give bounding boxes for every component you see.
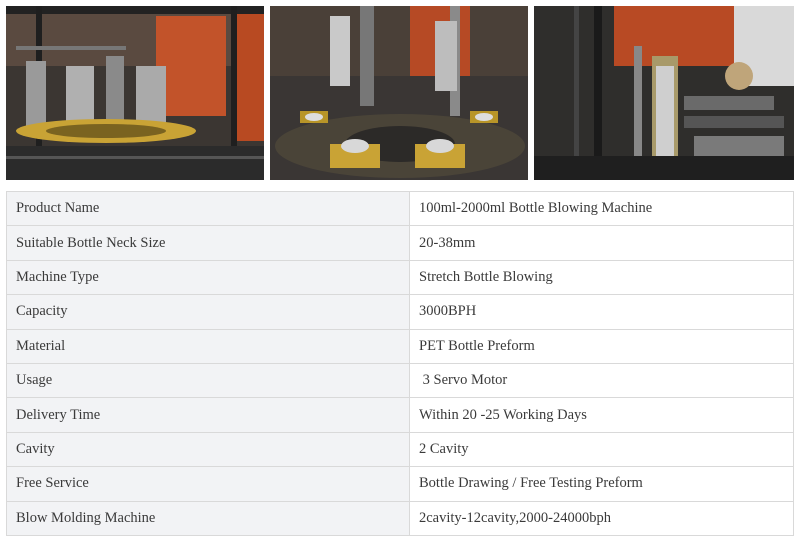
- spec-value: Within 20 -25 Working Days: [409, 397, 794, 433]
- table-row: Suitable Bottle Neck Size 20-38mm: [6, 225, 794, 261]
- table-row: Machine Type Stretch Bottle Blowing: [6, 259, 794, 296]
- spec-label: Cavity: [6, 431, 410, 468]
- photo-strip: [6, 6, 794, 180]
- table-row: Material PET Bottle Preform: [6, 328, 794, 364]
- spec-value: Bottle Drawing / Free Testing Preform: [409, 466, 794, 502]
- table-row: Delivery Time Within 20 -25 Working Days: [6, 397, 794, 433]
- spec-value: 2cavity-12cavity,2000-24000bph: [409, 500, 794, 536]
- machine-photo-preform-carousel: [270, 6, 528, 180]
- table-row: Product Name 100ml-2000ml Bottle Blowing…: [6, 190, 794, 227]
- table-row: Free Service Bottle Drawing / Free Testi…: [6, 466, 794, 502]
- table-row: Usage 3 Servo Motor: [6, 362, 794, 399]
- machine-photo-frame-interior: [6, 6, 264, 180]
- spec-label: Capacity: [6, 294, 410, 330]
- spec-label: Machine Type: [6, 259, 410, 296]
- spec-value: 3 Servo Motor: [409, 362, 794, 399]
- spec-value: PET Bottle Preform: [409, 328, 794, 364]
- spec-value: 20-38mm: [409, 225, 794, 261]
- spec-label: Product Name: [6, 190, 410, 227]
- table-row: Blow Molding Machine 2cavity-12cavity,20…: [6, 500, 794, 536]
- spec-label: Blow Molding Machine: [6, 500, 410, 536]
- spec-label: Material: [6, 328, 410, 364]
- spec-label: Free Service: [6, 466, 410, 502]
- table-row: Cavity 2 Cavity: [6, 431, 794, 468]
- specs-table: Product Name 100ml-2000ml Bottle Blowing…: [6, 190, 794, 536]
- spec-label: Suitable Bottle Neck Size: [6, 225, 410, 261]
- machine-photo-conveyor-line: [534, 6, 794, 180]
- spec-value: 3000BPH: [409, 294, 794, 330]
- spec-label: Usage: [6, 362, 410, 399]
- spec-label: Delivery Time: [6, 397, 410, 433]
- spec-value: 100ml-2000ml Bottle Blowing Machine: [409, 190, 794, 227]
- spec-value: 2 Cavity: [409, 431, 794, 468]
- spec-value: Stretch Bottle Blowing: [409, 259, 794, 296]
- table-row: Capacity 3000BPH: [6, 294, 794, 330]
